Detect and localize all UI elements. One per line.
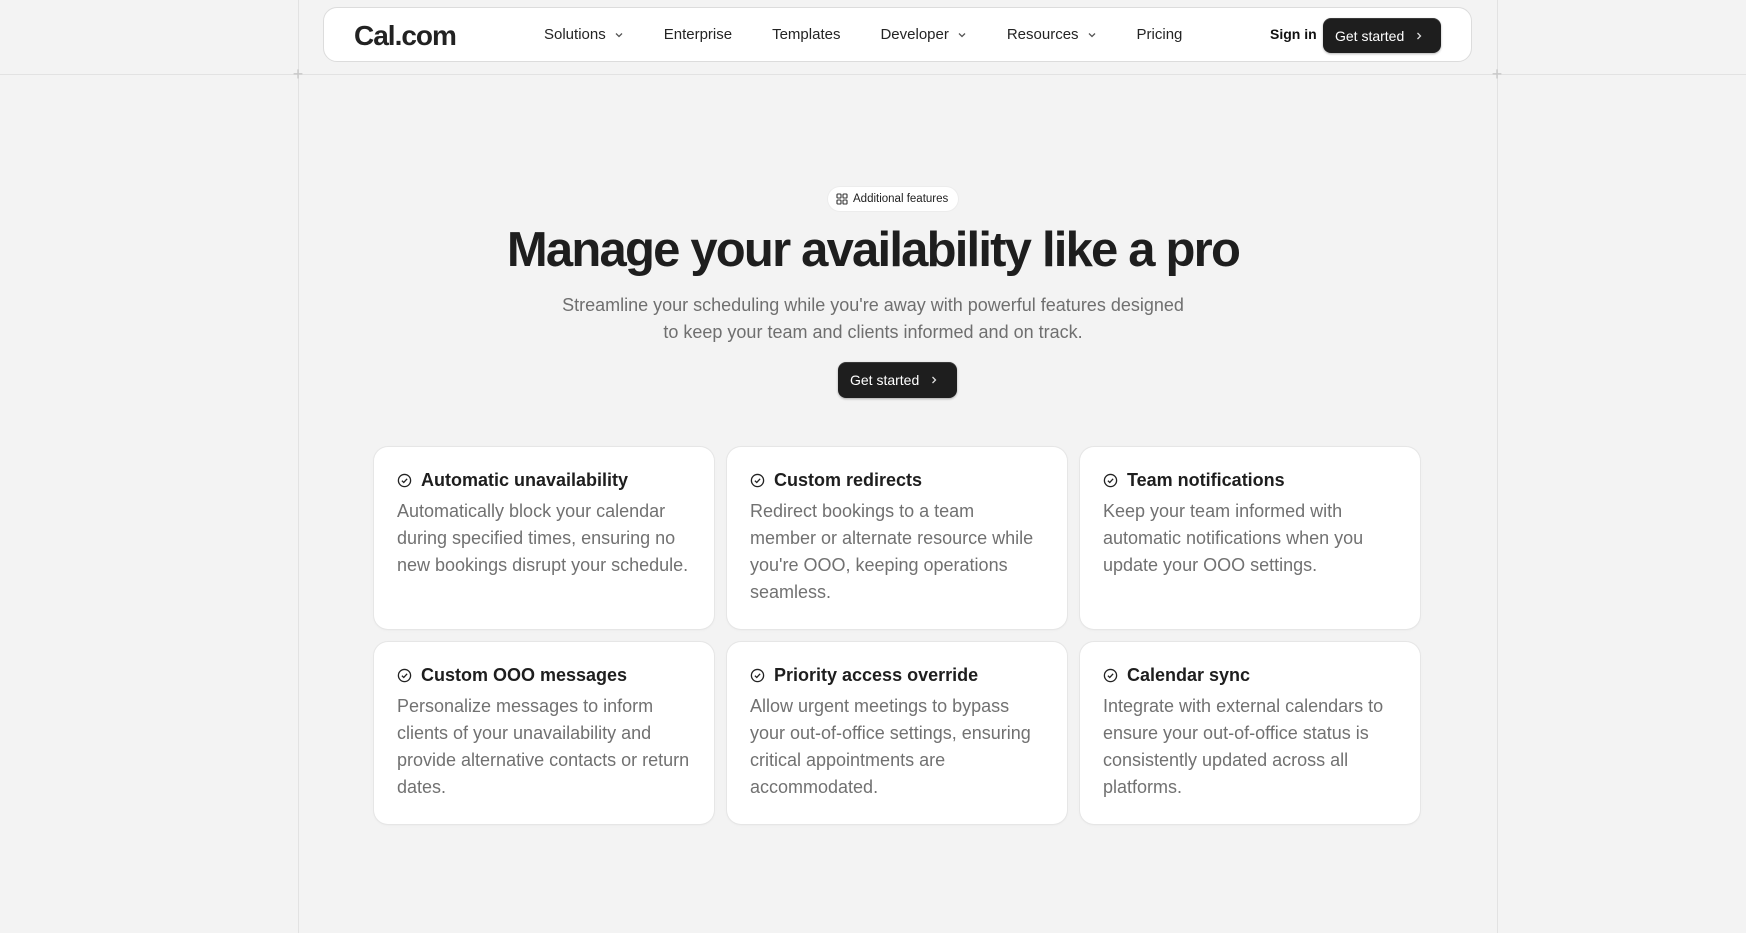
feature-title: Priority access override [774, 665, 979, 685]
feature-title: Team notifications [1127, 470, 1285, 490]
hero-get-started-button[interactable]: Get started [838, 362, 957, 398]
guide-line-left [298, 0, 299, 933]
feature-card: Automatic unavailability Automatically b… [374, 447, 714, 629]
nav-item-solutions[interactable]: Solutions [544, 26, 624, 43]
grid-icon [836, 193, 848, 205]
feature-card: Custom redirects Redirect bookings to a … [727, 447, 1067, 629]
nav-item-label: Developer [880, 26, 949, 43]
hero-title: Manage your availability like a pro [506, 223, 1241, 277]
logo[interactable]: Cal.com [354, 20, 457, 52]
hero-subtitle-line: Streamline your scheduling while you're … [562, 295, 1184, 315]
feature-description: Keep your team informed with automatic n… [1103, 501, 1364, 575]
chevron-down-icon [615, 32, 623, 37]
chevron-right-icon [932, 376, 937, 384]
feature-title: Calendar sync [1127, 665, 1251, 685]
feature-description: Personalize messages to inform clients o… [397, 696, 690, 797]
nav-item-enterprise[interactable]: Enterprise [664, 26, 732, 43]
feature-card: Priority access override Allow urgent me… [727, 642, 1067, 824]
nav-item-templates[interactable]: Templates [772, 26, 840, 43]
check-circle-icon [397, 668, 412, 683]
feature-title: Automatic unavailability [421, 470, 629, 490]
feature-description: Integrate with external calendars to ens… [1103, 696, 1384, 797]
navbar: Cal.com Solutions Enterprise Templates D… [323, 7, 1472, 62]
feature-title: Custom redirects [774, 470, 923, 490]
button-label: Get started [1335, 27, 1405, 44]
check-circle-icon [750, 473, 765, 488]
nav-item-label: Templates [772, 26, 841, 43]
sign-in-link[interactable]: Sign in [1270, 26, 1317, 42]
check-circle-icon [750, 668, 765, 683]
check-circle-icon [397, 473, 412, 488]
feature-card: Custom OOO messages Personalize messages… [374, 642, 714, 824]
guide-line-right [1497, 0, 1498, 933]
nav-menu: Solutions Enterprise Templates Developer… [544, 8, 1222, 61]
hero-subtitle-line: to keep your team and clients informed a… [663, 322, 1083, 342]
feature-description: Automatically block your calendar during… [397, 501, 689, 575]
nav-item-label: Solutions [544, 26, 606, 43]
hero-subtitle: Streamline your scheduling while you're … [0, 292, 1746, 346]
features-badge: Additional features [828, 187, 959, 211]
nav-item-label: Enterprise [663, 26, 733, 43]
nav-item-developer[interactable]: Developer [880, 26, 966, 43]
chevron-down-icon [1088, 32, 1096, 37]
nav-item-label: Pricing [1136, 26, 1183, 43]
plus-marker-right: + [1491, 64, 1503, 84]
nav-get-started-button[interactable]: Get started [1323, 18, 1441, 53]
chevron-down-icon [958, 32, 966, 37]
guide-line-top [0, 74, 1746, 75]
feature-description: Allow urgent meetings to bypass your out… [750, 696, 1031, 797]
nav-item-pricing[interactable]: Pricing [1137, 26, 1183, 43]
feature-title: Custom OOO messages [421, 665, 628, 685]
chevron-right-icon [1417, 32, 1422, 39]
nav-item-resources[interactable]: Resources [1007, 26, 1097, 43]
check-circle-icon [1103, 473, 1118, 488]
badge-label: Additional features [853, 193, 949, 205]
feature-description: Redirect bookings to a team member or al… [750, 501, 1034, 602]
nav-item-label: Resources [1006, 26, 1079, 43]
feature-card: Team notifications Keep your team inform… [1080, 447, 1420, 629]
plus-marker-left: + [292, 64, 304, 84]
button-label: Get started [850, 372, 920, 388]
feature-card: Calendar sync Integrate with external ca… [1080, 642, 1420, 824]
check-circle-icon [1103, 668, 1118, 683]
